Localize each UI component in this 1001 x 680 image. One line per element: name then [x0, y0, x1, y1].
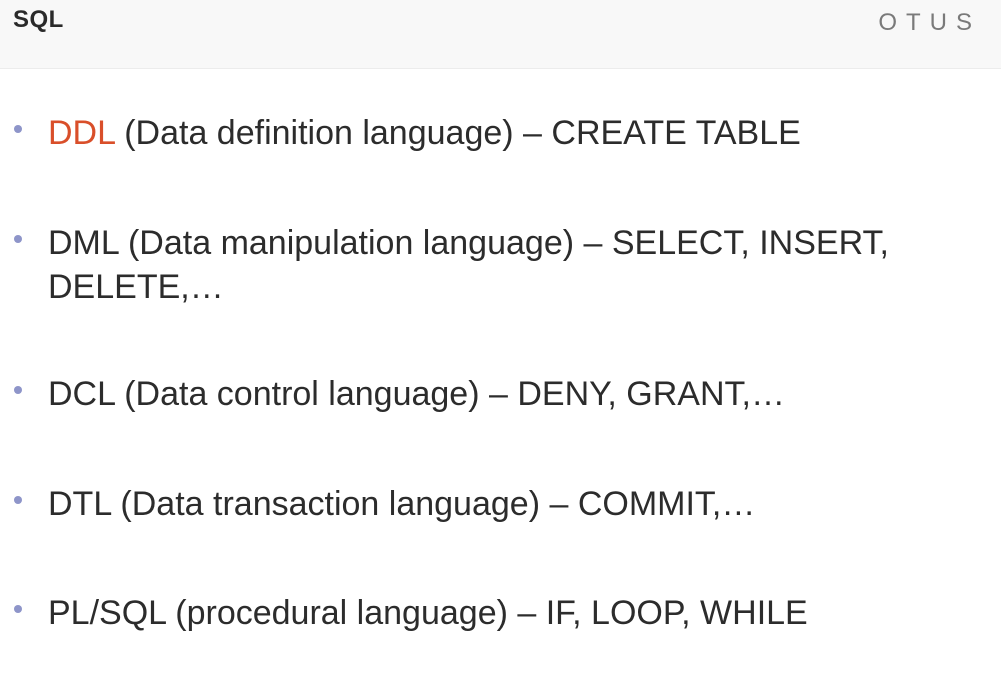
bullet-term: DML	[48, 224, 119, 262]
bullet-description: (Data control language) – DENY, GRANT,…	[114, 375, 785, 413]
bullet-text: DML (Data manipulation language) – SELEC…	[48, 221, 954, 309]
otus-logo: OTUS	[878, 9, 981, 36]
bullet-item-plsql: PL/SQL (procedural language) – IF, LOOP,…	[14, 591, 954, 635]
bullet-description: (procedural language) – IF, LOOP, WHILE	[165, 594, 808, 632]
bullet-description: (Data transaction language) – COMMIT,…	[110, 485, 756, 523]
bullet-term: PL/SQL	[48, 594, 166, 632]
bullet-dot-icon	[14, 125, 22, 133]
bullet-text: DDL (Data definition language) – CREATE …	[48, 111, 801, 155]
slide-header: SQL OTUS	[0, 0, 1001, 69]
bullet-dot-icon	[14, 605, 22, 613]
slide-title: SQL	[13, 6, 64, 33]
bullet-text: PL/SQL (procedural language) – IF, LOOP,…	[48, 591, 808, 635]
bullet-dot-icon	[14, 496, 22, 504]
bullet-item-dcl: DCL (Data control language) – DENY, GRAN…	[14, 372, 954, 416]
bullet-description: (Data definition language) – CREATE TABL…	[114, 114, 801, 152]
bullet-item-ddl: DDL (Data definition language) – CREATE …	[14, 111, 954, 155]
bullet-text: DTL (Data transaction language) – COMMIT…	[48, 482, 755, 526]
slide-content: DDL (Data definition language) – CREATE …	[0, 68, 1001, 680]
bullet-text: DCL (Data control language) – DENY, GRAN…	[48, 372, 785, 416]
bullet-dot-icon	[14, 235, 22, 243]
bullet-item-dml: DML (Data manipulation language) – SELEC…	[14, 221, 954, 309]
bullet-term: DTL	[48, 485, 111, 523]
bullet-item-dtl: DTL (Data transaction language) – COMMIT…	[14, 482, 954, 526]
bullet-dot-icon	[14, 386, 22, 394]
bullet-term: DCL	[48, 375, 115, 413]
bullet-term-highlight: DDL	[48, 114, 115, 152]
bullet-description: (Data manipulation language) – SELECT, I…	[48, 224, 889, 306]
